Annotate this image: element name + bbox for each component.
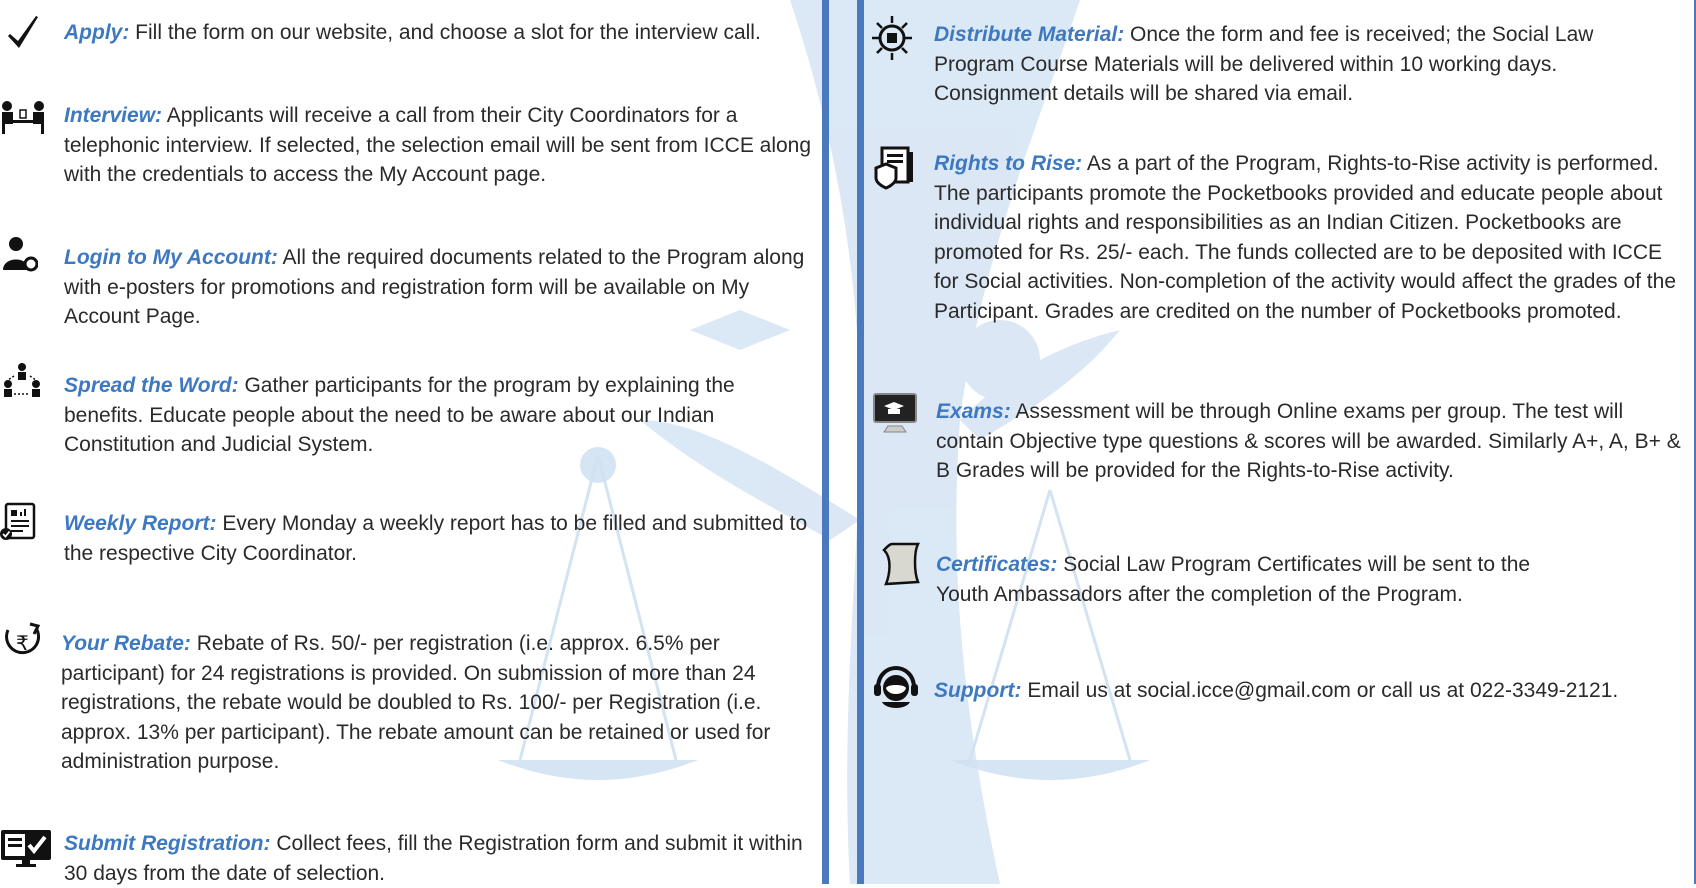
step-your-rebate: Your Rebate: Rebate of Rs. 50/- per regi… bbox=[61, 632, 771, 773]
interview-icon bbox=[0, 100, 46, 134]
right-column-divider bbox=[857, 0, 864, 884]
step-login: Login to My Account: All the required do… bbox=[64, 246, 805, 328]
report-icon bbox=[0, 502, 36, 542]
step-spread-the-word: Spread the Word: Gather participants for… bbox=[64, 374, 735, 456]
step-interview: Interview: Applicants will receive a cal… bbox=[64, 104, 812, 186]
svg-text:₹: ₹ bbox=[16, 631, 29, 655]
step-distribute-material: Distribute Material: Once the form and f… bbox=[934, 23, 1594, 105]
exam-monitor-icon bbox=[872, 392, 920, 436]
user-settings-icon bbox=[2, 236, 38, 272]
step-rights-to-rise: Rights to Rise: As a part of the Program… bbox=[934, 152, 1676, 323]
headset-support-icon bbox=[872, 664, 920, 712]
rupee-refund-icon: ₹ bbox=[0, 622, 46, 662]
left-column-divider bbox=[822, 0, 829, 884]
people-network-icon bbox=[2, 362, 42, 398]
certificate-scroll-icon bbox=[880, 542, 920, 586]
step-weekly-report: Weekly Report: Every Monday a weekly rep… bbox=[64, 512, 808, 565]
step-apply: Apply: Fill the form on our website, and… bbox=[64, 21, 761, 44]
step-submit-registration: Submit Registration: Collect fees, fill … bbox=[64, 832, 803, 885]
step-exams: Exams: Assessment will be through Online… bbox=[936, 400, 1681, 482]
distribute-icon bbox=[870, 14, 914, 62]
document-shield-icon bbox=[874, 146, 914, 190]
step-certificates: Certificates: Social Law Program Certifi… bbox=[936, 553, 1531, 606]
step-support: Support: Email us at social.icce@gmail.c… bbox=[934, 679, 1619, 702]
monitor-check-icon bbox=[0, 828, 52, 868]
checkmark-icon bbox=[6, 14, 42, 50]
